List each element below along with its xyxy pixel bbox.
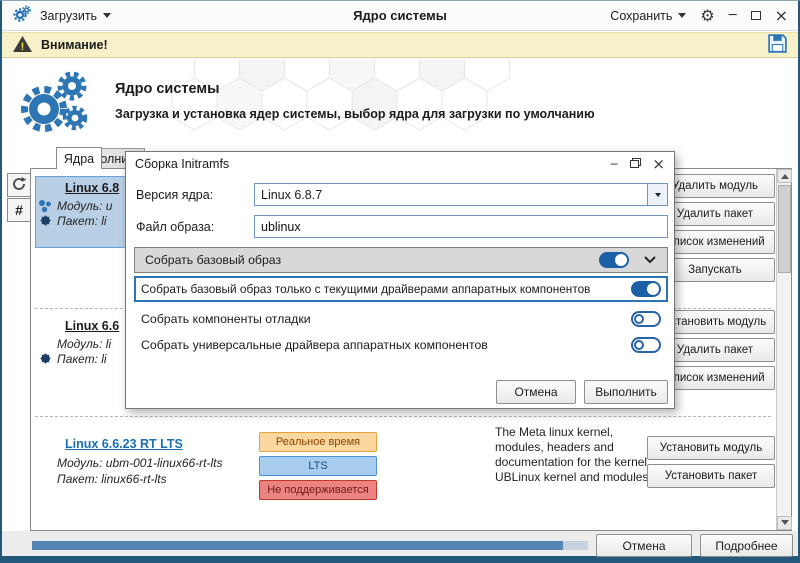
arrow-up-icon <box>781 170 789 179</box>
kernel-module: Модуль: li <box>57 337 111 351</box>
dialog-restore-button[interactable] <box>630 160 639 168</box>
page-header: Ядро системы Загрузка и установка ядер с… <box>2 59 798 147</box>
kernel-version-label: Версия ядра: <box>136 188 213 202</box>
universal-drivers-label: Собрать универсальные драйвера аппаратны… <box>141 338 623 352</box>
tab-kernels-label: Ядра <box>64 152 94 166</box>
caret-down-icon <box>678 13 686 22</box>
refresh-button[interactable] <box>7 173 31 197</box>
app-gears-icon <box>12 4 32 27</box>
kernel-description: The Meta linux kernel, modules, headers … <box>495 425 649 485</box>
dialog-close-button[interactable]: × <box>652 157 665 172</box>
load-menu-label: Загрузить <box>40 9 97 23</box>
save-menu-button[interactable]: Сохранить <box>610 9 686 23</box>
install-package-button[interactable]: Установить пакет <box>647 464 775 488</box>
maximize-button[interactable] <box>751 11 761 20</box>
current-drivers-only-label: Собрать базовый образ только с текущими … <box>141 282 623 296</box>
app-window: Загрузить Ядро системы Сохранить ⚙ ─ × !… <box>0 0 800 563</box>
dialog-titlebar: Сборка Initramfs ─ × <box>126 152 674 176</box>
kernel-gears-icon <box>18 71 90 137</box>
build-base-image-toggle[interactable] <box>599 252 629 268</box>
image-file-input[interactable] <box>254 215 668 238</box>
kernel-link[interactable]: Linux 6.6.23 RT LTS <box>65 437 183 451</box>
kernel-version-value: Linux 6.8.7 <box>255 188 647 202</box>
universal-drivers-toggle[interactable] <box>631 337 661 353</box>
kernel-module: Модуль: ubm-001-linux66-rt-lts <box>57 456 223 470</box>
initramfs-dialog: Сборка Initramfs ─ × Версия ядра: Linux … <box>125 151 675 409</box>
save-report-icon[interactable] <box>767 33 788 57</box>
package-icon <box>39 214 52 230</box>
arrow-down-icon <box>781 520 789 529</box>
toggle-knob <box>615 254 627 266</box>
debug-components-label: Собрать компоненты отладки <box>141 312 623 326</box>
unsupported-badge: Не поддерживается <box>259 480 377 500</box>
list-separator <box>35 416 771 417</box>
debug-components-option[interactable]: Собрать компоненты отладки <box>134 308 668 330</box>
scrollbar-thumb[interactable] <box>778 185 791 273</box>
details-button[interactable]: Подробнее <box>700 534 793 557</box>
kernel-package: Пакет: li <box>57 352 107 366</box>
kernel-package: Пакет: linux66-rt-lts <box>57 472 167 486</box>
settings-gear-icon[interactable]: ⚙ <box>700 8 714 24</box>
chevron-down-icon <box>655 193 661 200</box>
scroll-down-button[interactable] <box>777 516 792 530</box>
caret-down-icon <box>103 13 111 22</box>
hash-button[interactable]: # <box>7 198 31 222</box>
dialog-cancel-button[interactable]: Отмена <box>496 380 576 404</box>
cancel-button[interactable]: Отмена <box>596 534 692 557</box>
warning-bar: ! Внимание! <box>2 32 798 58</box>
lts-badge: LTS <box>259 456 377 476</box>
progress-fill <box>32 541 563 550</box>
kernel-version-combobox[interactable]: Linux 6.8.7 <box>254 183 668 206</box>
progress-bar <box>32 541 588 550</box>
current-drivers-only-option[interactable]: Собрать базовый образ только с текущими … <box>134 276 668 302</box>
install-module-button[interactable]: Установить модуль <box>647 436 775 460</box>
build-base-image-expander[interactable]: Собрать базовый образ <box>134 247 668 273</box>
toggle-knob <box>634 314 644 324</box>
debug-components-toggle[interactable] <box>631 311 661 327</box>
universal-drivers-option[interactable]: Собрать универсальные драйвера аппаратны… <box>134 334 668 356</box>
hash-icon: # <box>15 202 23 218</box>
toggle-knob <box>647 283 659 295</box>
realtime-badge: Реальное время <box>259 432 377 452</box>
combobox-dropdown-button[interactable] <box>647 184 667 205</box>
load-menu-button[interactable]: Загрузить <box>40 9 111 23</box>
refresh-icon <box>11 176 27 195</box>
kernel-link[interactable]: Linux 6.6 <box>65 319 119 333</box>
svg-text:!: ! <box>21 41 25 53</box>
warning-text: Внимание! <box>41 38 108 52</box>
toggle-knob <box>634 340 644 350</box>
titlebar: Загрузить Ядро системы Сохранить ⚙ ─ × <box>2 1 798 31</box>
build-base-image-label: Собрать базовый образ <box>145 253 585 267</box>
hexagon-pattern <box>142 59 562 147</box>
dialog-minimize-button[interactable]: ─ <box>611 159 618 170</box>
footer-bar: Отмена Подробнее <box>2 531 798 556</box>
chevron-down-icon <box>643 253 657 267</box>
minimize-button[interactable]: ─ <box>729 9 737 22</box>
dialog-title: Сборка Initramfs <box>135 157 598 171</box>
kernel-package: Пакет: li <box>57 214 107 228</box>
vertical-scrollbar[interactable] <box>776 169 791 530</box>
current-drivers-only-toggle[interactable] <box>631 281 661 297</box>
close-button[interactable]: × <box>775 8 788 24</box>
kernel-module: Модуль: u <box>57 199 112 213</box>
page-subtitle: Загрузка и установка ядер системы, выбор… <box>115 107 595 121</box>
image-file-label: Файл образа: <box>136 220 214 234</box>
tab-kernels[interactable]: Ядра <box>56 147 102 169</box>
kernel-link[interactable]: Linux 6.8 <box>65 181 119 195</box>
scroll-up-button[interactable] <box>777 169 792 183</box>
save-menu-label: Сохранить <box>610 9 672 23</box>
package-icon <box>39 352 52 368</box>
warning-triangle-icon: ! <box>12 35 33 56</box>
dialog-execute-button[interactable]: Выполнить <box>584 380 668 404</box>
page-title: Ядро системы <box>115 81 220 97</box>
